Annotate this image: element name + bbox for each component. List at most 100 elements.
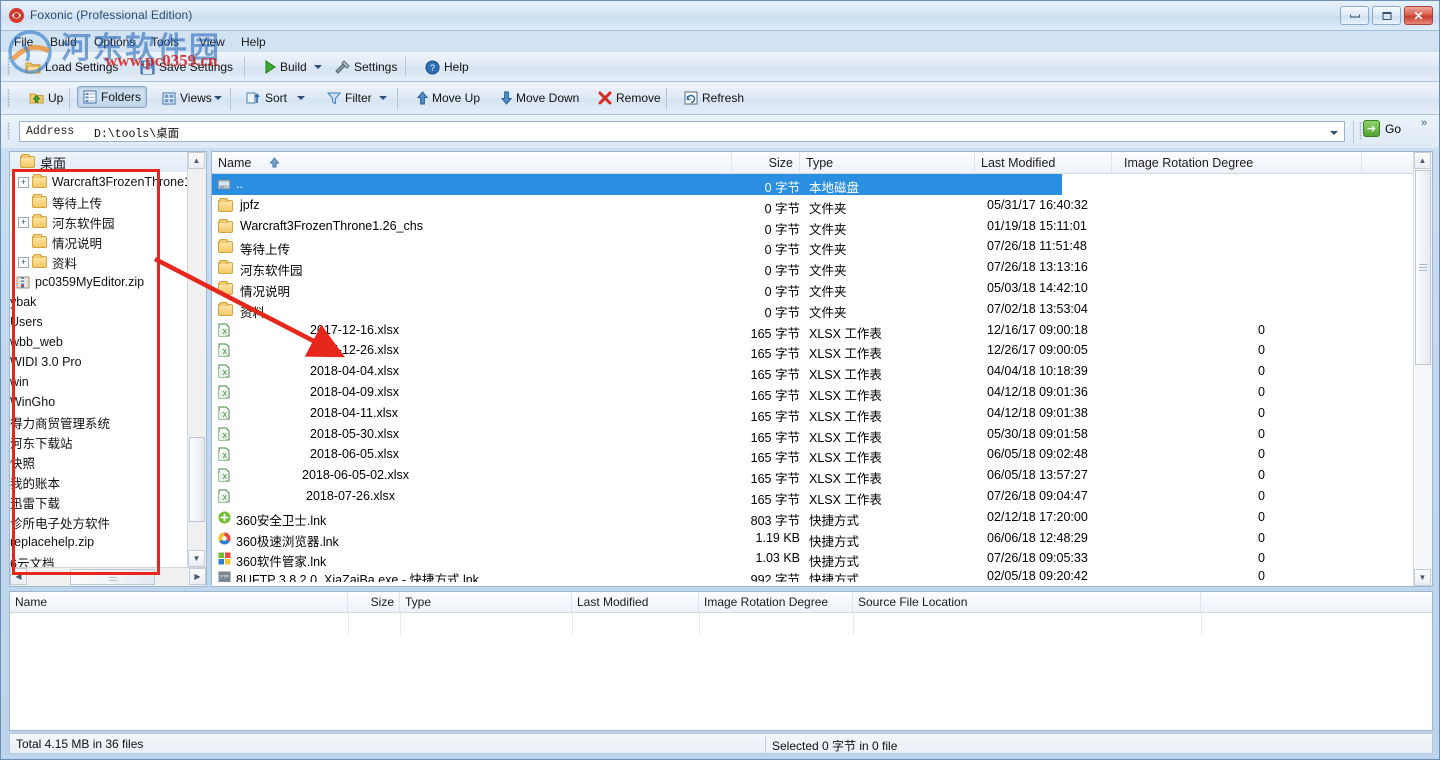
tree-item-ybak[interactable]: ybak	[10, 292, 188, 312]
expander-icon[interactable]: +	[18, 177, 29, 188]
table-row[interactable]: 情况说明 0 字节 文件夹 05/03/18 14:42:10	[212, 278, 1414, 299]
filter-button[interactable]: Filter	[321, 87, 378, 109]
minimize-button[interactable]	[1340, 6, 1369, 25]
tree-item-ziliao[interactable]: + 资料	[10, 252, 188, 272]
file-list-scrollbar-thumb[interactable]	[1415, 170, 1431, 365]
tree-item-win[interactable]: win	[10, 372, 188, 392]
views-button[interactable]: Views	[156, 87, 218, 109]
menu-view[interactable]: View	[194, 34, 230, 50]
table-row[interactable]: 河东软件园 0 字节 文件夹 07/26/18 13:13:16	[212, 257, 1414, 278]
tree-item-hedongxiazai[interactable]: 河东下载站	[10, 432, 188, 452]
go-button[interactable]: ➔ Go	[1363, 120, 1401, 137]
tree-scrollbar-thumb[interactable]	[189, 437, 205, 522]
table-row[interactable]: X 2018-06-05.xlsx 165 字节 XLSX 工作表 06/05/…	[212, 444, 1414, 465]
table-row[interactable]: .. 0 字节 本地磁盘	[212, 174, 1062, 195]
table-row[interactable]: X 2018-07-26.xlsx 165 字节 XLSX 工作表 07/26/…	[212, 486, 1414, 507]
output-file-grid[interactable]: Name Size Type Last Modified Image Rotat…	[9, 591, 1433, 731]
tree-item-kuaizhao[interactable]: 快照	[10, 452, 188, 472]
table-row[interactable]: X 2018-05-30.xlsx 165 字节 XLSX 工作表 05/30/…	[212, 424, 1414, 445]
maximize-button[interactable]	[1372, 6, 1401, 25]
column-header-type[interactable]: Type	[800, 152, 975, 173]
folders-button[interactable]: Folders	[77, 86, 147, 108]
menu-options[interactable]: Options	[89, 34, 140, 50]
address-dropdown-button[interactable]	[1325, 123, 1343, 142]
help-button[interactable]: ? Help	[419, 56, 475, 78]
menu-tools[interactable]: Tools	[146, 34, 184, 50]
table-row[interactable]: FTP 8UFTP 3.8.2.0_XiaZaiBa.exe - 快捷方式.ln…	[212, 569, 1414, 582]
tree-item-deli[interactable]: 得力商贸管理系统	[10, 412, 188, 432]
table-row[interactable]: 360软件管家.lnk 1.03 KB 快捷方式 07/26/18 09:05:…	[212, 548, 1414, 569]
table-row[interactable]: 360极速浏览器.lnk 1.19 KB 快捷方式 06/06/18 12:48…	[212, 528, 1414, 549]
scroll-left-arrow-icon[interactable]: ◀	[10, 568, 27, 585]
save-settings-button[interactable]: Save Settings	[134, 56, 239, 78]
scroll-down-arrow-icon[interactable]: ▼	[1414, 569, 1431, 586]
table-row[interactable]: Warcraft3FrozenThrone1.26_chs 0 字节 文件夹 0…	[212, 216, 1414, 237]
build-dropdown-caret[interactable]	[314, 65, 322, 69]
scroll-up-arrow-icon[interactable]: ▲	[188, 152, 205, 169]
table-row[interactable]: 资料 0 字节 文件夹 07/02/18 13:53:04	[212, 299, 1414, 320]
tree-item-widi[interactable]: WIDI 3.0 Pro	[10, 352, 188, 372]
column-header-image-rotation-degree[interactable]: Image Rotation Degree	[1112, 152, 1362, 173]
table-row[interactable]: 360安全卫士.lnk 803 字节 快捷方式 02/12/18 17:20:0…	[212, 507, 1414, 528]
menu-help[interactable]: Help	[236, 34, 271, 50]
table-row[interactable]: X 2017-12-26.xlsx 165 字节 XLSX 工作表 12/26/…	[212, 340, 1414, 361]
file-list-vertical-scrollbar[interactable]: ▲ ▼	[1413, 152, 1432, 586]
column-header-size[interactable]: Size	[732, 152, 800, 173]
table-row[interactable]: 等待上传 0 字节 文件夹 07/26/18 11:51:48	[212, 236, 1414, 257]
refresh-button[interactable]: Refresh	[678, 87, 750, 109]
scroll-right-arrow-icon[interactable]: ▶	[189, 568, 206, 585]
tree-item-list[interactable]: + Warcraft3FrozenThrone1 等待上传 + 河东软件园 情况…	[10, 172, 188, 567]
tree-item-dengdaishangchuan[interactable]: 等待上传	[10, 192, 188, 212]
tree-item-hedong[interactable]: + 河东软件园	[10, 212, 188, 232]
go-grip[interactable]	[1359, 122, 1362, 140]
table-row[interactable]: X 2018-04-09.xlsx 165 字节 XLSX 工作表 04/12/…	[212, 382, 1414, 403]
close-button[interactable]: ✕	[1404, 6, 1433, 25]
expander-icon[interactable]: +	[18, 257, 29, 268]
tree-hscrollbar-thumb[interactable]	[70, 569, 155, 585]
file-list-body[interactable]: .. 0 字节 本地磁盘 jpfz 0 字节 文件夹 05/31/17 16:4…	[212, 174, 1414, 586]
tree-item-wingho[interactable]: WinGho	[10, 392, 188, 412]
sort-dropdown-caret[interactable]	[297, 96, 305, 100]
tree-item-xunlei[interactable]: 迅雷下载	[10, 492, 188, 512]
address-input[interactable]: Address D:\tools\桌面	[19, 121, 1345, 142]
tree-item-yunwendang[interactable]: 6云文档	[10, 552, 188, 567]
expander-icon[interactable]: +	[18, 217, 29, 228]
nav-toolbar-grip[interactable]	[7, 89, 10, 107]
double-chevron-icon[interactable]: »	[1421, 117, 1427, 129]
bottom-column-header-source-file-location[interactable]: Source File Location	[853, 592, 1201, 612]
tree-horizontal-scrollbar[interactable]: ◀ ▶	[10, 567, 206, 586]
address-grip[interactable]	[7, 122, 10, 140]
column-header-last-modified[interactable]: Last Modified	[975, 152, 1112, 173]
tree-root-row[interactable]: 桌面	[10, 152, 188, 172]
bottom-column-header-spacer[interactable]	[1201, 592, 1432, 612]
tree-item-wbb-web[interactable]: wbb_web	[10, 332, 188, 352]
tree-item-myeditor-zip[interactable]: pc0359MyEditor.zip	[10, 272, 188, 292]
table-row[interactable]: jpfz 0 字节 文件夹 05/31/17 16:40:32	[212, 195, 1414, 216]
up-button[interactable]: Up	[23, 87, 69, 109]
move-down-button[interactable]: Move Down	[495, 87, 585, 109]
scroll-up-arrow-icon[interactable]: ▲	[1414, 152, 1431, 169]
filter-dropdown-caret[interactable]	[379, 96, 387, 100]
table-row[interactable]: X 2018-04-04.xlsx 165 字节 XLSX 工作表 04/04/…	[212, 361, 1414, 382]
table-row[interactable]: X 2018-04-11.xlsx 165 字节 XLSX 工作表 04/12/…	[212, 403, 1414, 424]
tree-vertical-scrollbar[interactable]: ▲ ▼	[187, 152, 206, 567]
bottom-column-header-name[interactable]: Name	[10, 592, 348, 612]
sort-button[interactable]: Sort	[240, 87, 293, 109]
column-header-name[interactable]: Name	[212, 152, 732, 173]
tree-item-wodezhangben[interactable]: 我的账本	[10, 472, 188, 492]
tree-item-replacehelp[interactable]: replacehelp.zip	[10, 532, 188, 552]
remove-button[interactable]: Remove	[592, 87, 667, 109]
tree-item-warcraft[interactable]: + Warcraft3FrozenThrone1	[10, 172, 188, 192]
build-button[interactable]: Build	[258, 56, 313, 78]
settings-button[interactable]: Settings	[329, 56, 403, 78]
bottom-column-header-type[interactable]: Type	[400, 592, 572, 612]
scroll-down-arrow-icon[interactable]: ▼	[188, 550, 205, 567]
table-row[interactable]: X 2017-12-16.xlsx 165 字节 XLSX 工作表 12/16/…	[212, 320, 1414, 341]
views-dropdown-caret[interactable]	[214, 96, 222, 100]
table-row[interactable]: X 2018-06-05-02.xlsx 165 字节 XLSX 工作表 06/…	[212, 465, 1414, 486]
bottom-column-header-image-rotation-degree[interactable]: Image Rotation Degree	[699, 592, 853, 612]
bottom-column-header-size[interactable]: Size	[348, 592, 400, 612]
tree-item-zhensuo[interactable]: 诊所电子处方软件	[10, 512, 188, 532]
tree-item-qingkuangshuoming[interactable]: 情况说明	[10, 232, 188, 252]
tree-item-users[interactable]: Users	[10, 312, 188, 332]
